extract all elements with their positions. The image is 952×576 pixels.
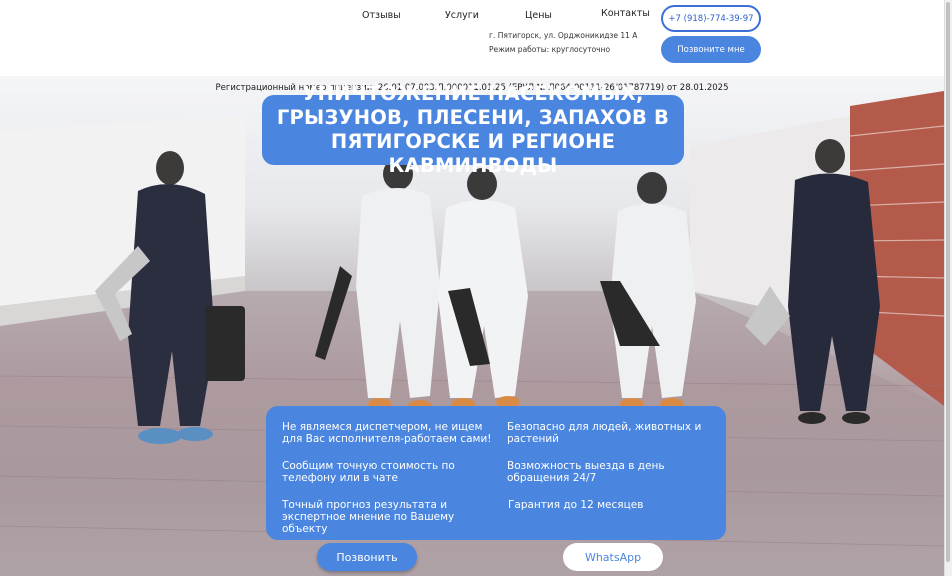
hero-title: УНИЧТОЖЕНИЕ НАСЕКОМЫХ, ГРЫЗУНОВ, ПЛЕСЕНИ… — [276, 82, 670, 177]
nav-reviews[interactable]: Отзывы — [362, 10, 401, 21]
whatsapp-button[interactable]: WhatsApp — [563, 543, 663, 571]
feature-guarantee: Гарантия до 12 месяцев — [508, 499, 644, 511]
feature-forecast: Точный прогноз результата и экспертное м… — [282, 499, 455, 535]
hero-title-box: УНИЧТОЖЕНИЕ НАСЕКОМЫХ, ГРЫЗУНОВ, ПЛЕСЕНИ… — [262, 82, 684, 177]
call-me-button[interactable]: Позвоните мне — [661, 36, 761, 63]
nav-prices[interactable]: Цены — [525, 10, 552, 21]
feature-exact-price: Сообщим точную стоимость по телефону или… — [282, 460, 455, 484]
features-panel: Не являемся диспетчером, не ищем для Вас… — [266, 406, 726, 540]
call-button[interactable]: Позвонить — [317, 543, 417, 571]
feature-no-dispatcher: Не являемся диспетчером, не ищем для Вас… — [282, 421, 492, 445]
phone-button[interactable]: +7 (918)-774-39-97 — [661, 5, 761, 32]
nav-contacts[interactable]: Контакты — [601, 8, 650, 19]
feature-safe: Безопасно для людей, животных и растений — [507, 421, 702, 445]
feature-same-day: Возможность выезда в день обращения 24/7 — [507, 460, 665, 484]
hero-section: Регистрационный номер лицензии: 26.01.07… — [0, 76, 944, 576]
nav-services[interactable]: Услуги — [445, 10, 479, 21]
scrollbar-thumb[interactable] — [946, 2, 950, 562]
working-hours-text: Режим работы: круглосуточно — [489, 45, 611, 54]
address-text: г. Пятигорск, ул. Орджоникидзе 11 А — [489, 31, 638, 40]
site-header: Отзывы Услуги Цены Контакты г. Пятигорск… — [0, 0, 944, 76]
